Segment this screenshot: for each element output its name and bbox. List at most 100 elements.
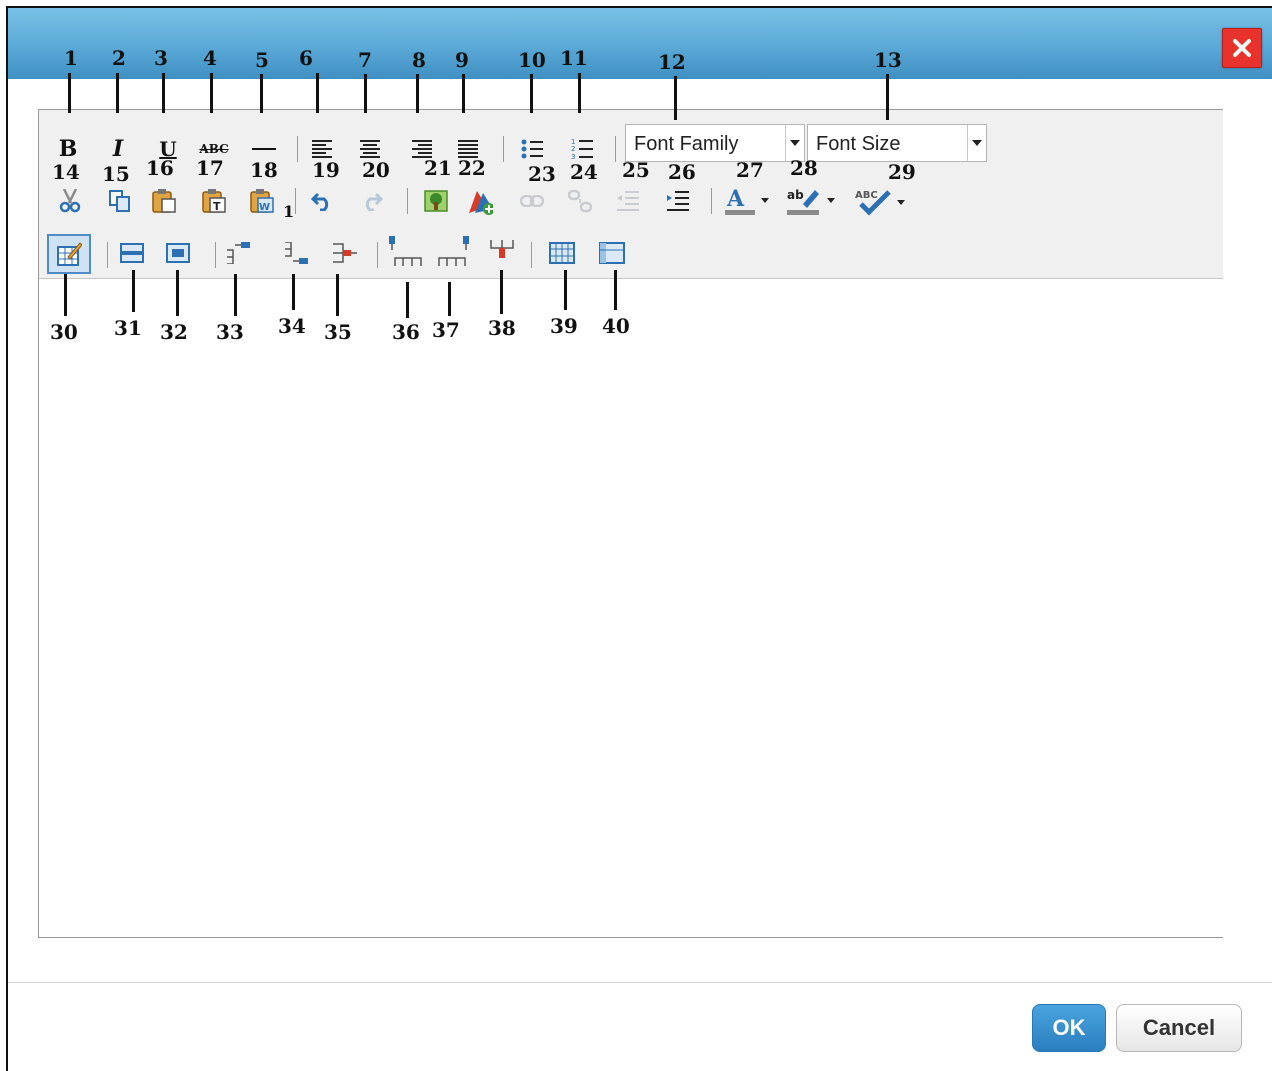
table-properties-button[interactable] [47,234,91,274]
link-button[interactable] [519,188,545,214]
unlink-icon [568,189,592,213]
callout-39: 39 [550,314,578,338]
callout-31: 31 [114,316,142,340]
callout-leader [162,73,165,113]
italic-icon: I [112,136,124,162]
insert-row-after-button[interactable] [435,236,475,270]
split-cell-button[interactable] [599,240,625,266]
insert-row-before-button[interactable] [385,236,425,270]
highlight-color-button[interactable]: ab [787,186,839,216]
cut-button[interactable] [57,188,83,214]
toolbar-separator [615,136,616,162]
callout-38: 38 [488,316,516,340]
callout-23: 23 [528,162,556,186]
callout-5: 5 [255,48,269,72]
editor-toolbar: B I U ABC 123 Font Family Font Size T W … [39,110,1223,279]
callout-17: 17 [196,156,224,180]
spellcheck-button[interactable]: ABC [855,186,909,216]
callout-leader [564,270,567,310]
callout-12: 12 [658,50,686,74]
callout-leader [406,282,409,318]
callout-leader [176,270,179,316]
merge-cells-button[interactable] [549,240,575,266]
unlink-button[interactable] [567,188,593,214]
insert-media-button[interactable] [467,188,493,215]
callout-leader [674,76,677,120]
callout-27: 27 [736,158,764,182]
ok-button[interactable]: OK [1032,1004,1106,1052]
paste-button[interactable] [151,188,177,214]
paste-word-button[interactable]: W [249,188,275,214]
strikethrough-icon: ABC [199,142,229,156]
chevron-down-icon [967,125,986,161]
toolbar-separator [297,136,298,162]
column-after-icon [285,242,308,264]
cancel-button[interactable]: Cancel [1116,1004,1242,1052]
toolbar-separator [295,188,296,214]
bold-button[interactable]: B [55,136,81,162]
callout-8: 8 [412,48,426,72]
callout-leader [260,74,263,113]
row-above-icon [120,243,144,263]
copy-icon [109,190,130,212]
toolbar-separator [377,242,378,268]
insert-row-after-icon [438,236,469,266]
numbered-list-button[interactable]: 123 [569,136,595,162]
undo-button[interactable] [309,188,335,214]
callout-22: 22 [458,156,486,180]
delete-row-icon [490,240,514,258]
callout-leader [448,282,451,316]
paste-text-button[interactable]: T [201,188,227,214]
split-cell-icon [599,242,625,264]
svg-text:A: A [726,186,745,212]
callout-leader [886,74,889,120]
insert-image-button[interactable] [423,188,449,214]
delete-column-icon [333,243,357,263]
row-above-button[interactable] [119,240,145,266]
callout-16: 16 [146,156,174,180]
font-color-icon: A [725,186,769,215]
column-after-button[interactable] [283,240,309,266]
column-before-icon [227,242,250,264]
svg-text:2: 2 [571,145,575,153]
dialog-titlebar [8,8,1272,79]
cut-icon [59,189,81,213]
svg-text:W: W [259,202,270,213]
callout-leader [292,274,295,310]
undo-icon [311,192,329,211]
indent-button[interactable] [665,188,691,214]
font-color-button[interactable]: A [725,186,771,216]
callout-40: 40 [602,314,630,338]
callout-25: 25 [622,158,650,182]
insert-row-before-icon [389,236,422,266]
callout-28: 28 [790,156,818,180]
row-below-button[interactable] [165,240,191,266]
callout-1: 1 [64,46,78,70]
callout-19: 19 [312,158,340,182]
callout-32: 32 [160,320,188,344]
redo-icon [365,192,383,211]
rich-text-editor: B I U ABC 123 Font Family Font Size T W … [38,109,1223,938]
bullet-list-button[interactable] [519,136,545,162]
callout-14: 14 [52,160,80,184]
callout-11: 11 [560,46,588,70]
column-before-button[interactable] [225,240,251,266]
outdent-button[interactable] [615,188,641,214]
callout-leader [500,270,503,314]
outdent-icon [617,191,639,211]
svg-text:ABC: ABC [855,190,878,201]
delete-row-button[interactable] [487,236,517,270]
callout-leader [234,274,237,316]
copy-button[interactable] [107,188,133,214]
callout-20: 20 [362,158,390,182]
delete-column-button[interactable] [331,240,357,266]
italic-button[interactable]: I [105,136,131,162]
callout-36: 36 [392,320,420,344]
close-button[interactable] [1222,28,1262,68]
callout-leader [64,274,67,316]
redo-button[interactable] [359,188,385,214]
font-size-select[interactable]: Font Size [807,124,987,162]
font-family-select[interactable]: Font Family [625,124,805,162]
font-size-label: Font Size [816,133,901,155]
toolbar-separator [503,136,504,162]
